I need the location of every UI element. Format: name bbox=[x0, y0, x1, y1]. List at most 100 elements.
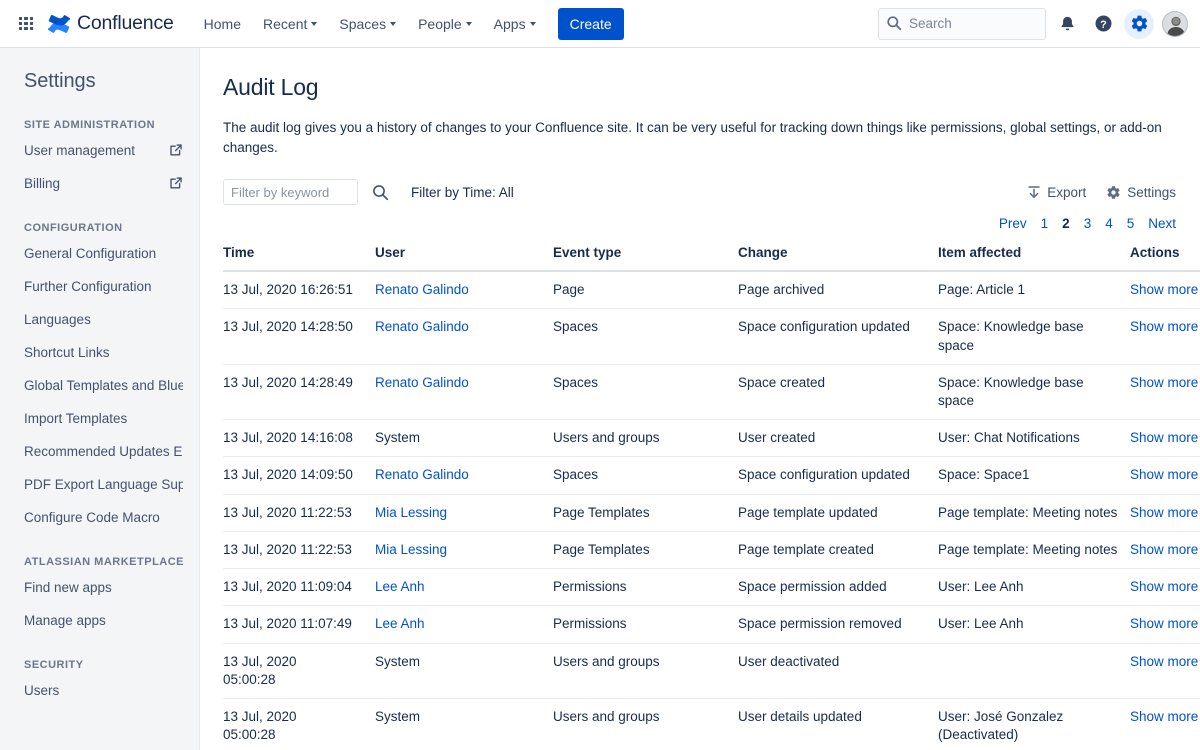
sidebar-item-find-new-apps[interactable]: Find new apps bbox=[0, 574, 199, 600]
notification-bell-button[interactable] bbox=[1052, 9, 1082, 39]
sidebar-label-find-new-apps: Find new apps bbox=[24, 580, 112, 595]
cell-event-type: Page Templates bbox=[553, 531, 738, 568]
sidebar-label-general-configuration: General Configuration bbox=[24, 246, 156, 261]
cell-time: 13 Jul, 2020 14:28:49 bbox=[223, 364, 375, 419]
show-more-link[interactable]: Show more bbox=[1130, 467, 1198, 482]
sidebar-item-further-configuration[interactable]: Further Configuration bbox=[0, 273, 199, 299]
sidebar-item-languages[interactable]: Languages bbox=[0, 306, 199, 332]
show-more-link[interactable]: Show more bbox=[1130, 709, 1198, 724]
cell-item-affected: Space: Knowledge base space bbox=[938, 364, 1130, 419]
cell-item-affected: User: Chat Notifications bbox=[938, 420, 1130, 457]
show-more-link[interactable]: Show more bbox=[1130, 319, 1198, 334]
pagination-next[interactable]: Next bbox=[1148, 216, 1176, 231]
cell-user: Mia Lessing bbox=[375, 531, 553, 568]
time-filter-label[interactable]: Filter by Time: All bbox=[411, 185, 514, 200]
table-row: 13 Jul, 2020 05:00:28SystemUsers and gro… bbox=[223, 698, 1200, 750]
app-switcher-button[interactable] bbox=[12, 10, 40, 38]
sidebar-item-users[interactable]: Users bbox=[0, 677, 199, 703]
table-body: 13 Jul, 2020 16:26:51Renato GalindoPageP… bbox=[223, 271, 1200, 750]
sidebar-section-configuration: CONFIGURATION bbox=[0, 222, 199, 234]
cell-time: 13 Jul, 2020 05:00:28 bbox=[223, 698, 375, 750]
keyword-search-icon[interactable] bbox=[372, 184, 389, 201]
nav-item-people[interactable]: People bbox=[408, 8, 482, 40]
search-input[interactable] bbox=[878, 8, 1046, 40]
external-link-icon bbox=[169, 176, 183, 190]
cell-change: Space configuration updated bbox=[738, 457, 938, 494]
show-more-link[interactable]: Show more bbox=[1130, 542, 1198, 557]
cell-event-type: Users and groups bbox=[553, 420, 738, 457]
show-more-link[interactable]: Show more bbox=[1130, 505, 1198, 520]
nav-item-apps[interactable]: Apps bbox=[484, 8, 546, 40]
nav-item-spaces[interactable]: Spaces bbox=[329, 8, 406, 40]
pagination-page-3[interactable]: 3 bbox=[1084, 216, 1092, 231]
user-link[interactable]: Renato Galindo bbox=[375, 319, 469, 334]
show-more-link[interactable]: Show more bbox=[1130, 282, 1198, 297]
show-more-link[interactable]: Show more bbox=[1130, 616, 1198, 631]
sidebar-item-recommended-updates[interactable]: Recommended Updates E... bbox=[0, 438, 199, 464]
user-link[interactable]: Renato Galindo bbox=[375, 467, 469, 482]
user-link[interactable]: Mia Lessing bbox=[375, 505, 447, 520]
show-more-link[interactable]: Show more bbox=[1130, 579, 1198, 594]
pagination-page-5[interactable]: 5 bbox=[1127, 216, 1135, 231]
show-more-link[interactable]: Show more bbox=[1130, 375, 1198, 390]
pagination-page-2-current[interactable]: 2 bbox=[1062, 216, 1070, 231]
pagination-page-1[interactable]: 1 bbox=[1041, 216, 1049, 231]
settings-sidebar: Settings SITE ADMINISTRATION User manage… bbox=[0, 48, 200, 750]
sidebar-item-general-configuration[interactable]: General Configuration bbox=[0, 240, 199, 266]
sidebar-item-import-templates[interactable]: Import Templates bbox=[0, 405, 199, 431]
sidebar-item-pdf-export-language[interactable]: PDF Export Language Sup... bbox=[0, 471, 199, 497]
sidebar-item-configure-code-macro[interactable]: Configure Code Macro bbox=[0, 504, 199, 530]
show-more-link[interactable]: Show more bbox=[1130, 430, 1198, 445]
cell-time: 13 Jul, 2020 11:22:53 bbox=[223, 494, 375, 531]
cell-user: Mia Lessing bbox=[375, 494, 553, 531]
user-link[interactable]: Lee Anh bbox=[375, 579, 425, 594]
nav-item-recent[interactable]: Recent bbox=[253, 8, 327, 40]
audit-log-table: Time User Event type Change Item affecte… bbox=[223, 245, 1200, 750]
nav-item-home[interactable]: Home bbox=[194, 8, 251, 40]
keyword-filter-input[interactable] bbox=[223, 179, 358, 205]
audit-log-content: Audit Log The audit log gives you a hist… bbox=[200, 48, 1200, 750]
cell-user: Renato Galindo bbox=[375, 457, 553, 494]
settings-gear-button[interactable] bbox=[1124, 9, 1154, 39]
cell-time: 13 Jul, 2020 11:22:53 bbox=[223, 531, 375, 568]
cell-change: Page template created bbox=[738, 531, 938, 568]
nav-right-cluster: ? bbox=[878, 8, 1188, 40]
cell-time: 13 Jul, 2020 14:28:50 bbox=[223, 309, 375, 364]
user-link[interactable]: Renato Galindo bbox=[375, 282, 469, 297]
chevron-down-icon bbox=[311, 22, 317, 26]
sidebar-label-global-templates: Global Templates and Blue... bbox=[24, 378, 183, 393]
sidebar-label-recommended-updates: Recommended Updates E... bbox=[24, 444, 183, 459]
column-header-time: Time bbox=[223, 245, 375, 271]
sidebar-item-global-templates[interactable]: Global Templates and Blue... bbox=[0, 372, 199, 398]
avatar-image bbox=[1163, 12, 1188, 37]
cell-actions: Show more bbox=[1130, 531, 1200, 568]
page-title: Audit Log bbox=[223, 74, 1176, 101]
cell-item-affected: Page: Article 1 bbox=[938, 271, 1130, 309]
user-link[interactable]: Renato Galindo bbox=[375, 375, 469, 390]
export-button[interactable]: Export bbox=[1027, 185, 1086, 200]
cell-actions: Show more bbox=[1130, 569, 1200, 606]
table-row: 13 Jul, 2020 11:09:04Lee AnhPermissionsS… bbox=[223, 569, 1200, 606]
chevron-down-icon bbox=[390, 22, 396, 26]
cell-change: Page template updated bbox=[738, 494, 938, 531]
cell-user: Renato Galindo bbox=[375, 271, 553, 309]
column-header-change: Change bbox=[738, 245, 938, 271]
show-more-link[interactable]: Show more bbox=[1130, 654, 1198, 669]
create-button[interactable]: Create bbox=[558, 8, 624, 40]
pagination-page-4[interactable]: 4 bbox=[1105, 216, 1113, 231]
cell-time: 13 Jul, 2020 11:09:04 bbox=[223, 569, 375, 606]
user-avatar[interactable] bbox=[1162, 11, 1188, 37]
primary-nav: Home Recent Spaces People Apps Create bbox=[194, 0, 624, 48]
sidebar-item-manage-apps[interactable]: Manage apps bbox=[0, 607, 199, 633]
sidebar-item-user-management[interactable]: User management bbox=[0, 137, 199, 163]
user-link[interactable]: Mia Lessing bbox=[375, 542, 447, 557]
help-button[interactable]: ? bbox=[1088, 9, 1118, 39]
table-settings-button[interactable]: Settings bbox=[1106, 185, 1176, 200]
sidebar-item-shortcut-links[interactable]: Shortcut Links bbox=[0, 339, 199, 365]
user-link[interactable]: Lee Anh bbox=[375, 616, 425, 631]
cell-change: User details updated bbox=[738, 698, 938, 750]
sidebar-item-billing[interactable]: Billing bbox=[0, 170, 199, 196]
confluence-logo-icon bbox=[48, 13, 70, 35]
pagination-prev[interactable]: Prev bbox=[999, 216, 1027, 231]
confluence-home-link[interactable]: Confluence bbox=[44, 0, 180, 48]
